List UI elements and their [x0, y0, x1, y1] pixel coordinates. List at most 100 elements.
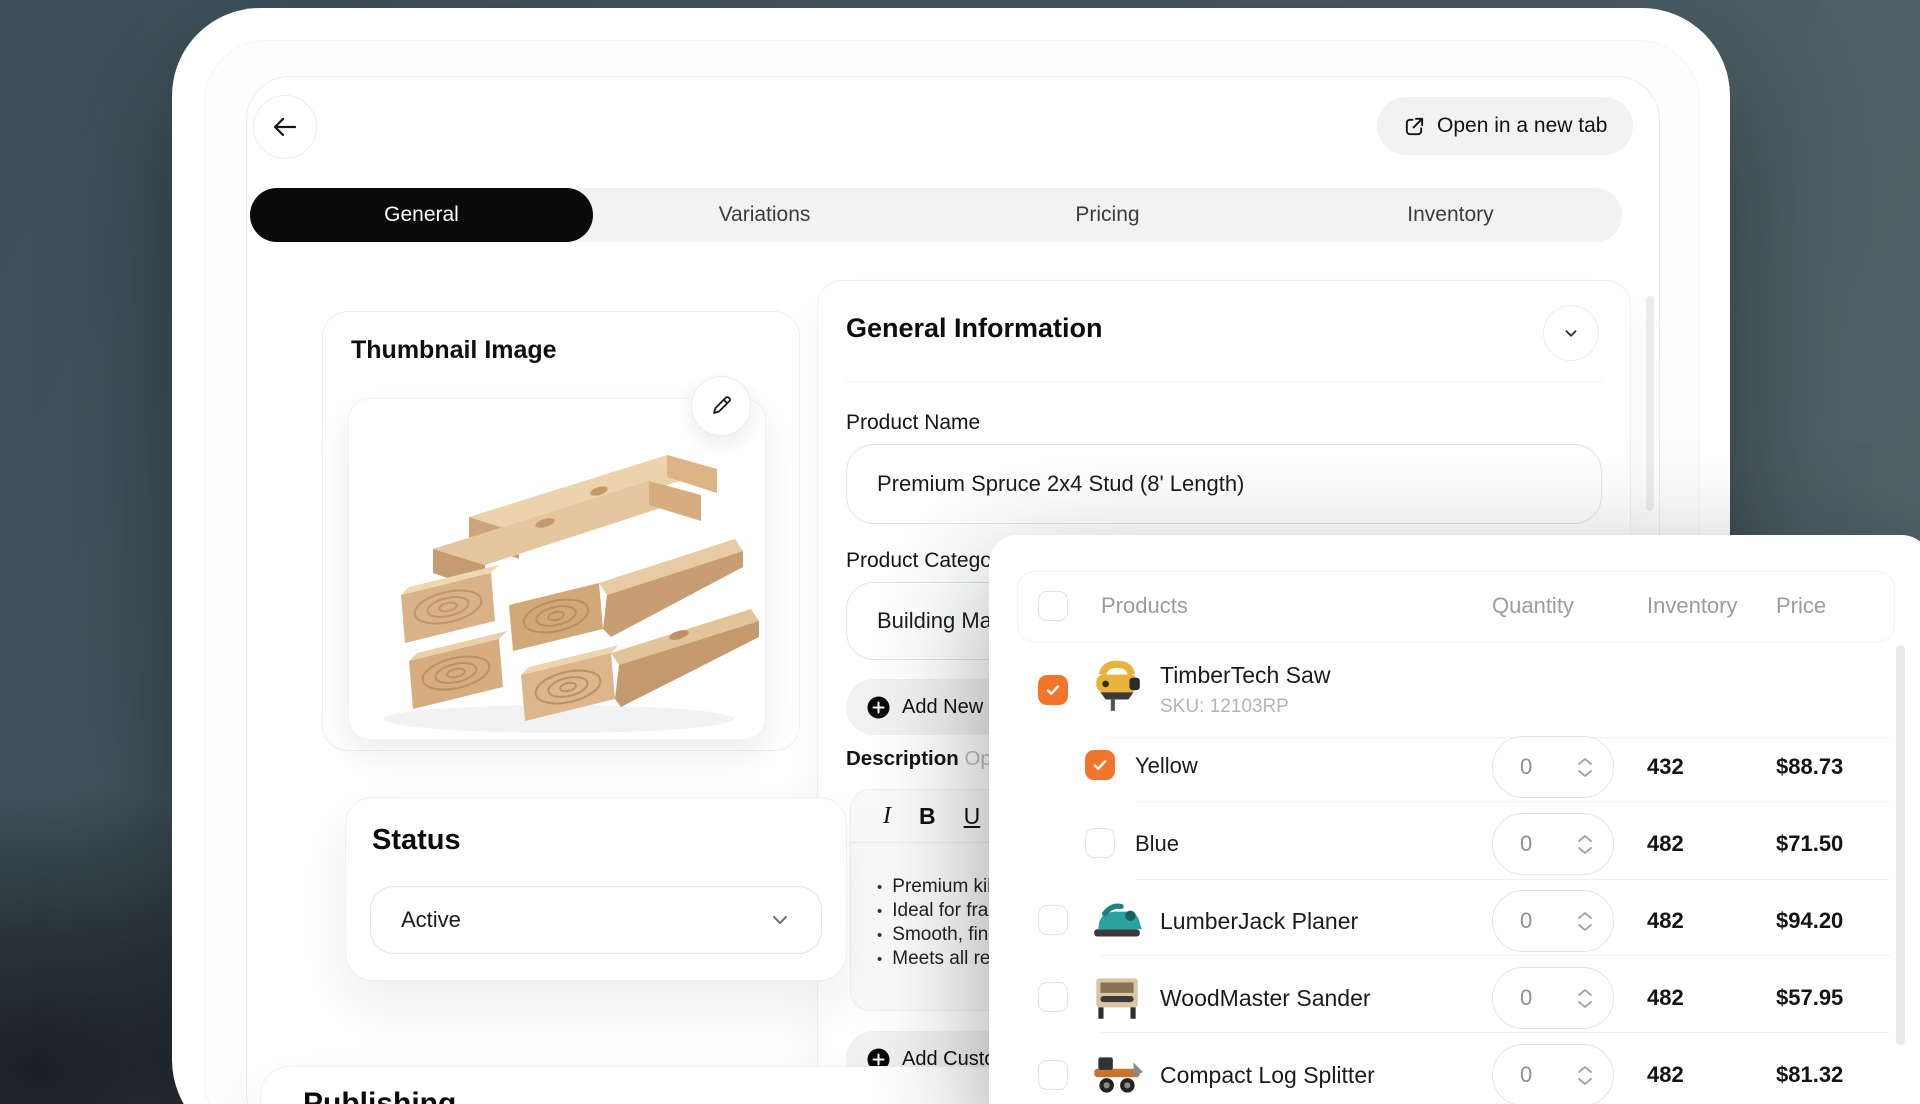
variant-name: Blue: [1135, 831, 1179, 857]
inventory-value: 482: [1647, 1062, 1684, 1088]
price-value: $71.50: [1776, 831, 1843, 857]
status-select[interactable]: Active: [370, 886, 822, 954]
chevron-down-icon: [1561, 323, 1581, 343]
plus-circle-icon: [866, 695, 891, 720]
inventory-value: 482: [1647, 985, 1684, 1011]
quantity-value: 0: [1520, 1062, 1532, 1088]
quantity-stepper-yellow[interactable]: 0: [1492, 736, 1614, 798]
row-checkbox-timbertech-saw[interactable]: [1038, 675, 1068, 705]
italic-button[interactable]: I: [883, 803, 891, 830]
products-panel: Products Quantity Inventory Price Timber…: [989, 535, 1920, 1104]
status-title: Status: [372, 824, 461, 857]
column-header-quantity: Quantity: [1492, 593, 1574, 619]
tab-inventory[interactable]: Inventory: [1279, 188, 1622, 242]
bold-button[interactable]: B: [919, 803, 936, 830]
stepper-down-icon[interactable]: [1577, 846, 1593, 855]
product-name-label: Product Name: [846, 411, 980, 435]
quantity-stepper-log-splitter[interactable]: 0: [1492, 1044, 1614, 1104]
panel-scrollbar[interactable]: [1896, 645, 1905, 1045]
stepper-down-icon[interactable]: [1577, 923, 1593, 932]
inventory-value: 482: [1647, 908, 1684, 934]
row-checkbox-log-splitter[interactable]: [1038, 1060, 1068, 1090]
page-background: Open in a new tab General Variations Pri…: [0, 0, 1920, 1104]
tab-bar: General Variations Pricing Inventory: [250, 188, 1622, 242]
pencil-icon: [709, 394, 733, 418]
variant-name: Yellow: [1135, 753, 1198, 779]
price-value: $94.20: [1776, 908, 1843, 934]
row-divider: [1100, 737, 1890, 738]
row-checkbox-lumberjack-planer[interactable]: [1038, 905, 1068, 935]
quantity-value: 0: [1520, 985, 1532, 1011]
open-new-tab-label: Open in a new tab: [1437, 114, 1607, 138]
status-card: Status Active: [345, 797, 847, 981]
quantity-value: 0: [1520, 908, 1532, 934]
stepper-down-icon[interactable]: [1577, 1000, 1593, 1009]
row-divider: [1135, 879, 1890, 880]
tab-general[interactable]: General: [250, 188, 593, 242]
product-name-value: Premium Spruce 2x4 Stud (8' Length): [877, 471, 1244, 497]
inventory-value: 432: [1647, 754, 1684, 780]
general-info-title: General Information: [846, 313, 1103, 344]
product-name: WoodMaster Sander: [1160, 985, 1371, 1012]
arrow-left-icon: [270, 112, 300, 142]
check-icon: [1092, 757, 1108, 773]
column-header-products: Products: [1101, 593, 1188, 619]
tab-variations[interactable]: Variations: [593, 188, 936, 242]
stepper-arrows: [1577, 1065, 1593, 1086]
underline-button[interactable]: U: [964, 803, 981, 830]
open-new-tab-button[interactable]: Open in a new tab: [1377, 97, 1633, 155]
product-name: LumberJack Planer: [1160, 908, 1358, 935]
chevron-down-icon: [769, 909, 791, 931]
inventory-value: 482: [1647, 831, 1684, 857]
stepper-down-icon[interactable]: [1577, 1077, 1593, 1086]
row-divider: [1100, 1032, 1890, 1033]
stepper-arrows: [1577, 757, 1593, 778]
price-value: $88.73: [1776, 754, 1843, 780]
stepper-up-icon[interactable]: [1577, 1065, 1593, 1074]
quantity-stepper-blue[interactable]: 0: [1492, 813, 1614, 875]
check-icon: [1045, 682, 1061, 698]
stepper-arrows: [1577, 988, 1593, 1009]
product-name: TimberTech Saw: [1160, 662, 1330, 689]
stepper-down-icon[interactable]: [1577, 769, 1593, 778]
tab-pricing[interactable]: Pricing: [936, 188, 1279, 242]
publishing-card: Publishing: [260, 1066, 1014, 1104]
edit-thumbnail-button[interactable]: [691, 376, 751, 436]
stepper-up-icon[interactable]: [1577, 988, 1593, 997]
stepper-up-icon[interactable]: [1577, 911, 1593, 920]
collapse-section-button[interactable]: [1543, 305, 1599, 361]
product-category-label: Product Category: [846, 549, 1009, 573]
thumbnail-image: [348, 398, 766, 740]
product-name: Compact Log Splitter: [1160, 1062, 1375, 1089]
product-image-log-splitter: [1088, 1046, 1146, 1104]
stepper-arrows: [1577, 834, 1593, 855]
price-value: $57.95: [1776, 985, 1843, 1011]
quantity-stepper-planer[interactable]: 0: [1492, 890, 1614, 952]
row-checkbox-blue[interactable]: [1085, 828, 1115, 858]
stepper-up-icon[interactable]: [1577, 834, 1593, 843]
publishing-title: Publishing: [303, 1087, 456, 1104]
section-divider: [846, 381, 1602, 382]
external-link-icon: [1403, 115, 1426, 138]
row-checkbox-woodmaster-sander[interactable]: [1038, 982, 1068, 1012]
select-all-checkbox[interactable]: [1038, 591, 1068, 621]
product-image-sander: [1088, 968, 1146, 1026]
stepper-arrows: [1577, 911, 1593, 932]
row-checkbox-yellow[interactable]: [1085, 750, 1115, 780]
quantity-stepper-sander[interactable]: 0: [1492, 967, 1614, 1029]
column-header-price: Price: [1776, 593, 1826, 619]
product-name-input[interactable]: Premium Spruce 2x4 Stud (8' Length): [846, 444, 1602, 524]
product-image-jigsaw: [1088, 657, 1146, 715]
column-header-inventory: Inventory: [1647, 593, 1738, 619]
lumber-photo: [349, 399, 765, 739]
thumbnail-title: Thumbnail Image: [351, 336, 557, 365]
status-select-value: Active: [401, 907, 461, 933]
row-divider: [1135, 801, 1890, 802]
quantity-value: 0: [1520, 831, 1532, 857]
row-divider: [1100, 955, 1890, 956]
product-sku: SKU: 12103RP: [1160, 696, 1289, 718]
back-button[interactable]: [253, 95, 317, 159]
content-scrollbar[interactable]: [1646, 296, 1654, 511]
stepper-up-icon[interactable]: [1577, 757, 1593, 766]
thumbnail-card: Thumbnail Image: [322, 311, 800, 751]
